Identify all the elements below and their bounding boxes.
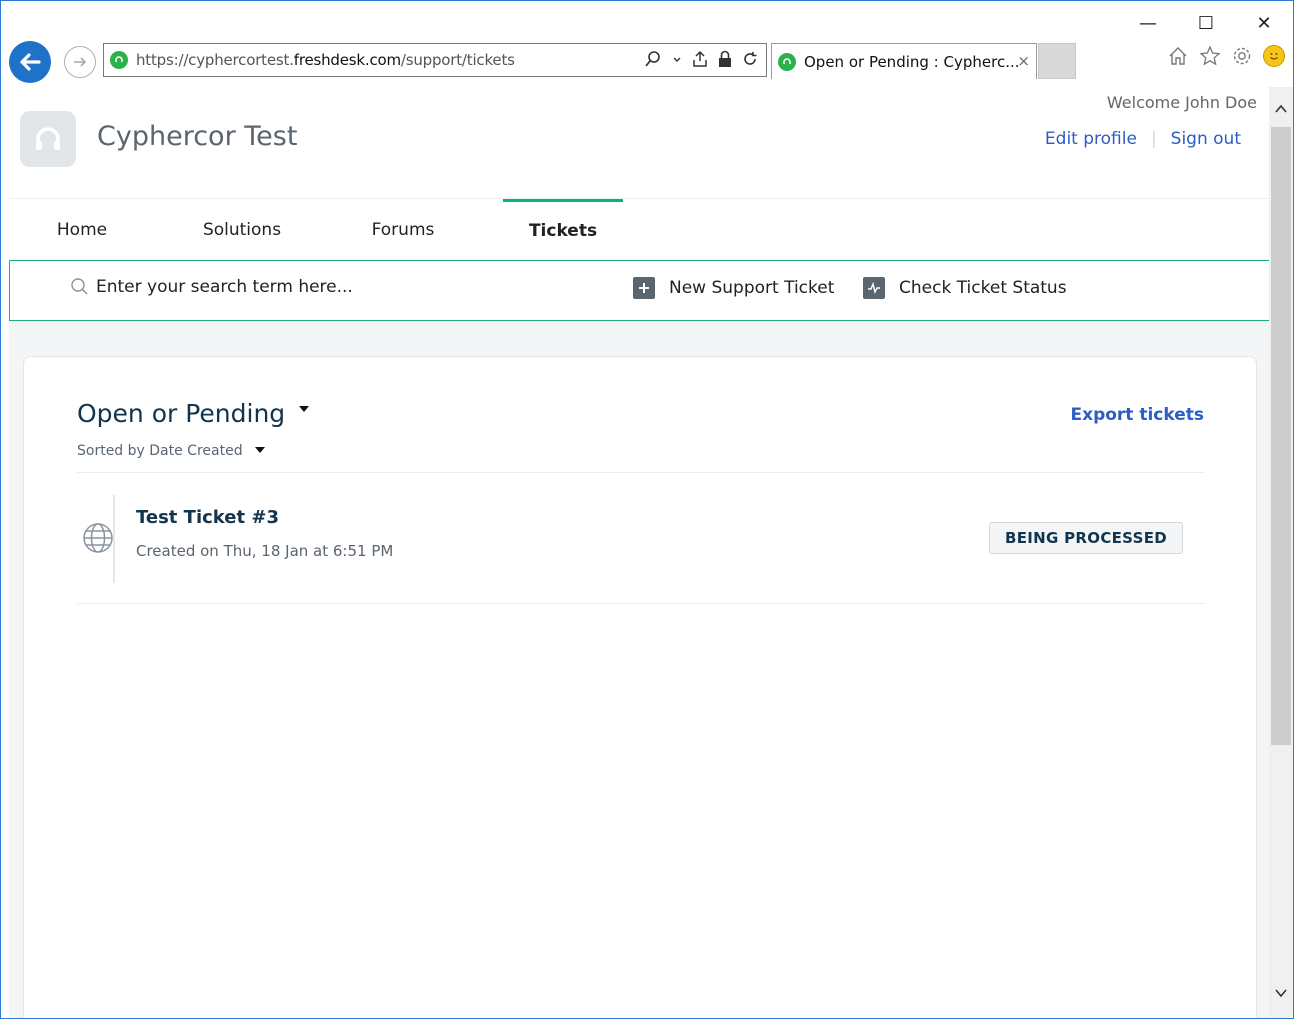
- smiley-icon[interactable]: [1263, 45, 1285, 67]
- nav-solutions[interactable]: Solutions: [182, 199, 302, 260]
- address-bar[interactable]: https://cyphercortest.freshdesk.com/supp…: [103, 43, 767, 77]
- check-ticket-status-button[interactable]: Check Ticket Status: [863, 277, 1067, 299]
- profile-links: Edit profile | Sign out: [1045, 129, 1241, 149]
- new-tab-button[interactable]: [1038, 43, 1076, 79]
- edit-profile-link[interactable]: Edit profile: [1045, 129, 1137, 149]
- search-icon: [71, 278, 88, 295]
- tab-close-icon[interactable]: ×: [1017, 52, 1030, 70]
- browser-window: — ☐ ✕ https://cyphercortest.freshdesk.co…: [0, 0, 1294, 1019]
- home-icon[interactable]: [1167, 45, 1189, 67]
- tab-title: Open or Pending : Cypherc...: [804, 52, 1020, 71]
- tickets-card: Open or Pending Sorted by Date Created E…: [23, 356, 1257, 1018]
- page-content: Cyphercor Test Welcome John Doe Edit pro…: [9, 87, 1271, 1018]
- nav-home[interactable]: Home: [22, 199, 142, 260]
- ticket-filter-dropdown[interactable]: Open or Pending: [77, 399, 310, 428]
- browser-chrome: — ☐ ✕ https://cyphercortest.freshdesk.co…: [1, 1, 1293, 87]
- pulse-icon: [863, 277, 885, 299]
- sort-dropdown[interactable]: Sorted by Date Created: [77, 443, 265, 459]
- refresh-icon[interactable]: [742, 51, 758, 67]
- freshdesk-favicon: [778, 52, 796, 71]
- portal-brand-name[interactable]: Cyphercor Test: [97, 121, 297, 152]
- headset-icon: [36, 127, 60, 150]
- export-tickets-link[interactable]: Export tickets: [1070, 405, 1204, 425]
- minimize-button[interactable]: —: [1119, 9, 1177, 37]
- browser-toolbar-icons: [1167, 45, 1285, 67]
- forward-button[interactable]: [64, 46, 96, 78]
- star-icon[interactable]: [1199, 45, 1221, 67]
- new-support-ticket-button[interactable]: New Support Ticket: [633, 277, 834, 299]
- chevron-down-icon[interactable]: [672, 54, 682, 64]
- lock-icon[interactable]: [718, 50, 732, 68]
- status-badge: BEING PROCESSED: [988, 522, 1183, 554]
- sort-label: Sorted by Date Created: [77, 443, 243, 459]
- maximize-button[interactable]: ☐: [1177, 9, 1235, 37]
- search-input[interactable]: [96, 277, 576, 297]
- link-separator: |: [1150, 129, 1157, 149]
- filter-title: Open or Pending: [77, 399, 286, 428]
- search-action-bar: New Support Ticket Check Ticket Status: [9, 260, 1271, 321]
- back-arrow-icon: [20, 53, 41, 71]
- check-ticket-status-label: Check Ticket Status: [899, 278, 1067, 298]
- ticket-row[interactable]: Test Ticket #3 Created on Thu, 18 Jan at…: [77, 495, 1205, 585]
- nav-tickets[interactable]: Tickets: [503, 199, 623, 260]
- search-box: [70, 277, 576, 297]
- scrollbar-thumb[interactable]: [1271, 127, 1291, 745]
- window-controls: — ☐ ✕: [1119, 9, 1293, 37]
- ticket-row-border: [113, 495, 115, 583]
- share-icon[interactable]: [692, 50, 708, 68]
- scroll-up-icon[interactable]: [1269, 97, 1293, 121]
- new-support-ticket-label: New Support Ticket: [669, 278, 835, 298]
- forward-arrow-icon: [74, 57, 87, 67]
- browser-tab[interactable]: Open or Pending : Cypherc... ×: [771, 43, 1037, 79]
- plus-icon: [633, 277, 655, 299]
- url-text: https://cyphercortest.freshdesk.com/supp…: [136, 51, 515, 69]
- divider: [77, 603, 1205, 604]
- portal-nav: Home Solutions Forums Tickets: [9, 199, 1271, 260]
- sign-out-link[interactable]: Sign out: [1171, 129, 1241, 149]
- portal-header: Cyphercor Test Welcome John Doe Edit pro…: [9, 87, 1271, 199]
- ticket-title[interactable]: Test Ticket #3: [136, 507, 279, 528]
- portal-logo[interactable]: [20, 111, 76, 167]
- close-window-button[interactable]: ✕: [1235, 9, 1293, 37]
- nav-forums[interactable]: Forums: [343, 199, 463, 260]
- scroll-down-icon[interactable]: [1269, 981, 1293, 1005]
- ticket-created-date: Created on Thu, 18 Jan at 6:51 PM: [136, 542, 394, 560]
- welcome-text: Welcome John Doe: [1106, 93, 1257, 112]
- page-scrollbar[interactable]: [1269, 87, 1293, 1018]
- address-tools: [644, 50, 758, 68]
- divider: [77, 472, 1205, 473]
- globe-icon: [83, 523, 113, 553]
- search-icon[interactable]: [644, 50, 662, 68]
- back-button[interactable]: [9, 41, 51, 83]
- freshdesk-favicon: [110, 51, 128, 69]
- gear-icon[interactable]: [1231, 45, 1253, 67]
- caret-down-icon: [299, 405, 310, 412]
- caret-down-icon: [254, 447, 265, 453]
